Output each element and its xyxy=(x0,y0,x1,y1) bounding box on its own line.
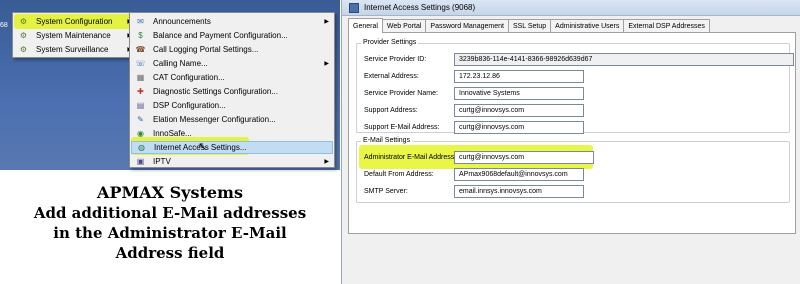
iptv-icon: ▣ xyxy=(136,157,145,166)
menu-item-balance-and-payment-configuration[interactable]: $ Balance and Payment Configuration... xyxy=(131,29,333,42)
menu-item-label: Internet Access Settings... xyxy=(154,143,247,152)
external-address-input[interactable]: 172.23.12.86 xyxy=(454,70,584,83)
support-e-mail-address-row: Support E-Mail Address: curtg@innovsys.co… xyxy=(356,121,786,134)
menu-item-system-surveillance[interactable]: ⚙System Surveillance▶ xyxy=(14,43,136,56)
general-tab-panel: Provider Settings E-Mail Settings Servic… xyxy=(348,32,796,234)
tab-password-management[interactable]: Password Management xyxy=(425,19,509,33)
administrator-e-mail-address-row: Administrator E-Mail Address: curtg@innov… xyxy=(356,151,786,164)
menu-item-label: System Configuration xyxy=(36,17,113,26)
administrator-e-mail-address-input[interactable]: curtg@innovsys.com xyxy=(454,151,594,164)
diagnostic-icon: ✚ xyxy=(137,87,144,96)
menu-item-innosafe[interactable]: ◉ InnoSafe... xyxy=(131,127,333,140)
administrator-e-mail-address-label: Administrator E-Mail Address: xyxy=(364,154,457,161)
service-provider-id-input[interactable]: 3239b836-114e-4141-8366-98926d639d67 xyxy=(454,53,794,66)
window-title: Internet Access Settings (9068) xyxy=(364,3,476,12)
menu-item-label: Announcements xyxy=(153,17,211,26)
smtp-server-row: SMTP Server: email.innsys.innovsys.com xyxy=(356,185,786,198)
menu-item-internet-access-settings[interactable]: ◍ Internet Access Settings... xyxy=(131,141,333,154)
menu-item-calling-name[interactable]: ☏ Calling Name... ▶ xyxy=(131,57,333,70)
smtp-server-input[interactable]: email.innsys.innovsys.com xyxy=(454,185,584,198)
settings-tab-strip: General Web Portal Password Management SSL … xyxy=(348,18,710,33)
innosafe-icon: ◉ xyxy=(137,129,144,138)
window-app-icon xyxy=(349,2,359,13)
external-address-label: External Address: xyxy=(364,73,419,80)
menu-item-label: Calling Name... xyxy=(153,59,208,68)
tab-ssl-setup[interactable]: SSL Setup xyxy=(507,19,552,33)
window-titlebar[interactable]: Internet Access Settings (9068) xyxy=(342,0,800,16)
menu-item-label: DSP Configuration... xyxy=(153,101,226,110)
caption-title: APMAX Systems xyxy=(97,183,243,202)
screenshot-stage: 68 ⚙ System Configuration ▶ ⚙ System Mainten… xyxy=(0,0,800,284)
menu-item-diagnostic-settings-configuration[interactable]: ✚ Diagnostic Settings Configuration... xyxy=(131,85,333,98)
menu-item-label: IPTV xyxy=(153,157,171,166)
default-from-address-label: Default From Address: xyxy=(364,171,434,178)
menu-item-label: Balance and Payment Configuration... xyxy=(153,31,288,40)
service-provider-id-label: Service Provider ID: xyxy=(364,56,427,63)
internet-icon: ◍ xyxy=(138,143,145,152)
support-e-mail-address-label: Support E-Mail Address: xyxy=(364,124,440,131)
default-from-address-input[interactable]: APmax9068default@innovsys.com xyxy=(454,168,584,181)
default-from-address-row: Default From Address: APmax9068default@in… xyxy=(356,168,786,181)
menu-item-label: InnoSafe... xyxy=(153,129,192,138)
submenu-arrow-icon: ▶ xyxy=(324,61,329,67)
service-provider-name-input[interactable]: Innovative Systems xyxy=(454,87,584,100)
support-address-row: Support Address: curtg@innovsys.com xyxy=(356,104,786,117)
menu-item-label: Elation Messenger Configuration... xyxy=(153,115,276,124)
service-provider-name-row: Service Provider Name: Innovative Systems xyxy=(356,87,786,100)
tab-external-dsp-addresses[interactable]: External DSP Addresses xyxy=(623,19,710,33)
menu-item-label: System Surveillance xyxy=(36,45,109,54)
gear-icon: ⚙ xyxy=(19,31,28,40)
mouse-cursor-icon: ↖ xyxy=(198,141,208,153)
service-provider-name-label: Service Provider Name: xyxy=(364,90,438,97)
system-configuration-submenu: ✉ Announcements ▶ $ Balance and Payment Conf… xyxy=(129,12,335,168)
menu-item-iptv[interactable]: ▣ IPTV ▶ xyxy=(131,155,333,168)
menu-item-announcements[interactable]: ✉ Announcements ▶ xyxy=(131,15,333,28)
menu-item-system-configuration[interactable]: ⚙System Configuration▶ xyxy=(14,15,136,28)
messenger-icon: ✎ xyxy=(137,115,144,124)
menu-item-dsp-configuration[interactable]: ▤ DSP Configuration... xyxy=(131,99,333,112)
support-e-mail-address-input[interactable]: curtg@innovsys.com xyxy=(454,121,584,134)
call-log-icon: ☎ xyxy=(135,45,146,54)
service-provider-id-row: Service Provider ID: 3239b836-114e-4141-8… xyxy=(356,53,794,66)
menu-item-label: System Maintenance xyxy=(36,31,111,40)
gear-icon: ⚙ xyxy=(19,45,28,54)
balance-icon: $ xyxy=(138,31,143,40)
tutorial-caption: APMAX Systems Add additional E-Mail addr… xyxy=(20,183,320,263)
menu-item-label: Call Logging Portal Settings... xyxy=(153,45,259,54)
menu-item-label: CAT Configuration... xyxy=(153,73,225,82)
submenu-arrow-icon: ▶ xyxy=(324,19,329,25)
menu-item-system-maintenance[interactable]: ⚙System Maintenance▶ xyxy=(14,29,136,42)
menu-item-call-logging-portal-settings[interactable]: ☎ Call Logging Portal Settings... xyxy=(131,43,333,56)
email-settings-title: E-Mail Settings xyxy=(361,137,413,144)
cat-icon: ▦ xyxy=(136,73,145,82)
menu-item-label: Diagnostic Settings Configuration... xyxy=(153,87,278,96)
tab-web-portal[interactable]: Web Portal xyxy=(381,19,427,33)
main-context-menu: ⚙System Configuration▶⚙System Maintenanc… xyxy=(12,12,138,58)
tab-administrative-users[interactable]: Administrative Users xyxy=(550,19,625,33)
caption-line-2: Add additional E-Mail addresses xyxy=(33,204,307,222)
support-address-label: Support Address: xyxy=(364,107,418,114)
provider-settings-title: Provider Settings xyxy=(361,39,419,46)
tab-general[interactable]: General xyxy=(348,18,383,33)
external-address-row: External Address: 172.23.12.86 xyxy=(356,70,786,83)
internet-access-settings-window: Internet Access Settings (9068) General W… xyxy=(341,0,800,284)
desktop-label: 68 xyxy=(0,22,8,29)
dsp-icon: ▤ xyxy=(136,101,145,110)
support-address-input[interactable]: curtg@innovsys.com xyxy=(454,104,584,117)
smtp-server-label: SMTP Server: xyxy=(364,188,408,195)
submenu-arrow-icon: ▶ xyxy=(324,159,329,165)
caption-line-3: in the Administrator E-Mail Address fiel… xyxy=(53,224,287,262)
calling-name-icon: ☏ xyxy=(135,59,146,68)
menu-item-cat-configuration[interactable]: ▦ CAT Configuration... xyxy=(131,71,333,84)
menu-item-elation-messenger-configuration[interactable]: ✎ Elation Messenger Configuration... xyxy=(131,113,333,126)
gear-icon: ⚙ xyxy=(19,17,28,26)
announcement-icon: ✉ xyxy=(137,17,144,26)
